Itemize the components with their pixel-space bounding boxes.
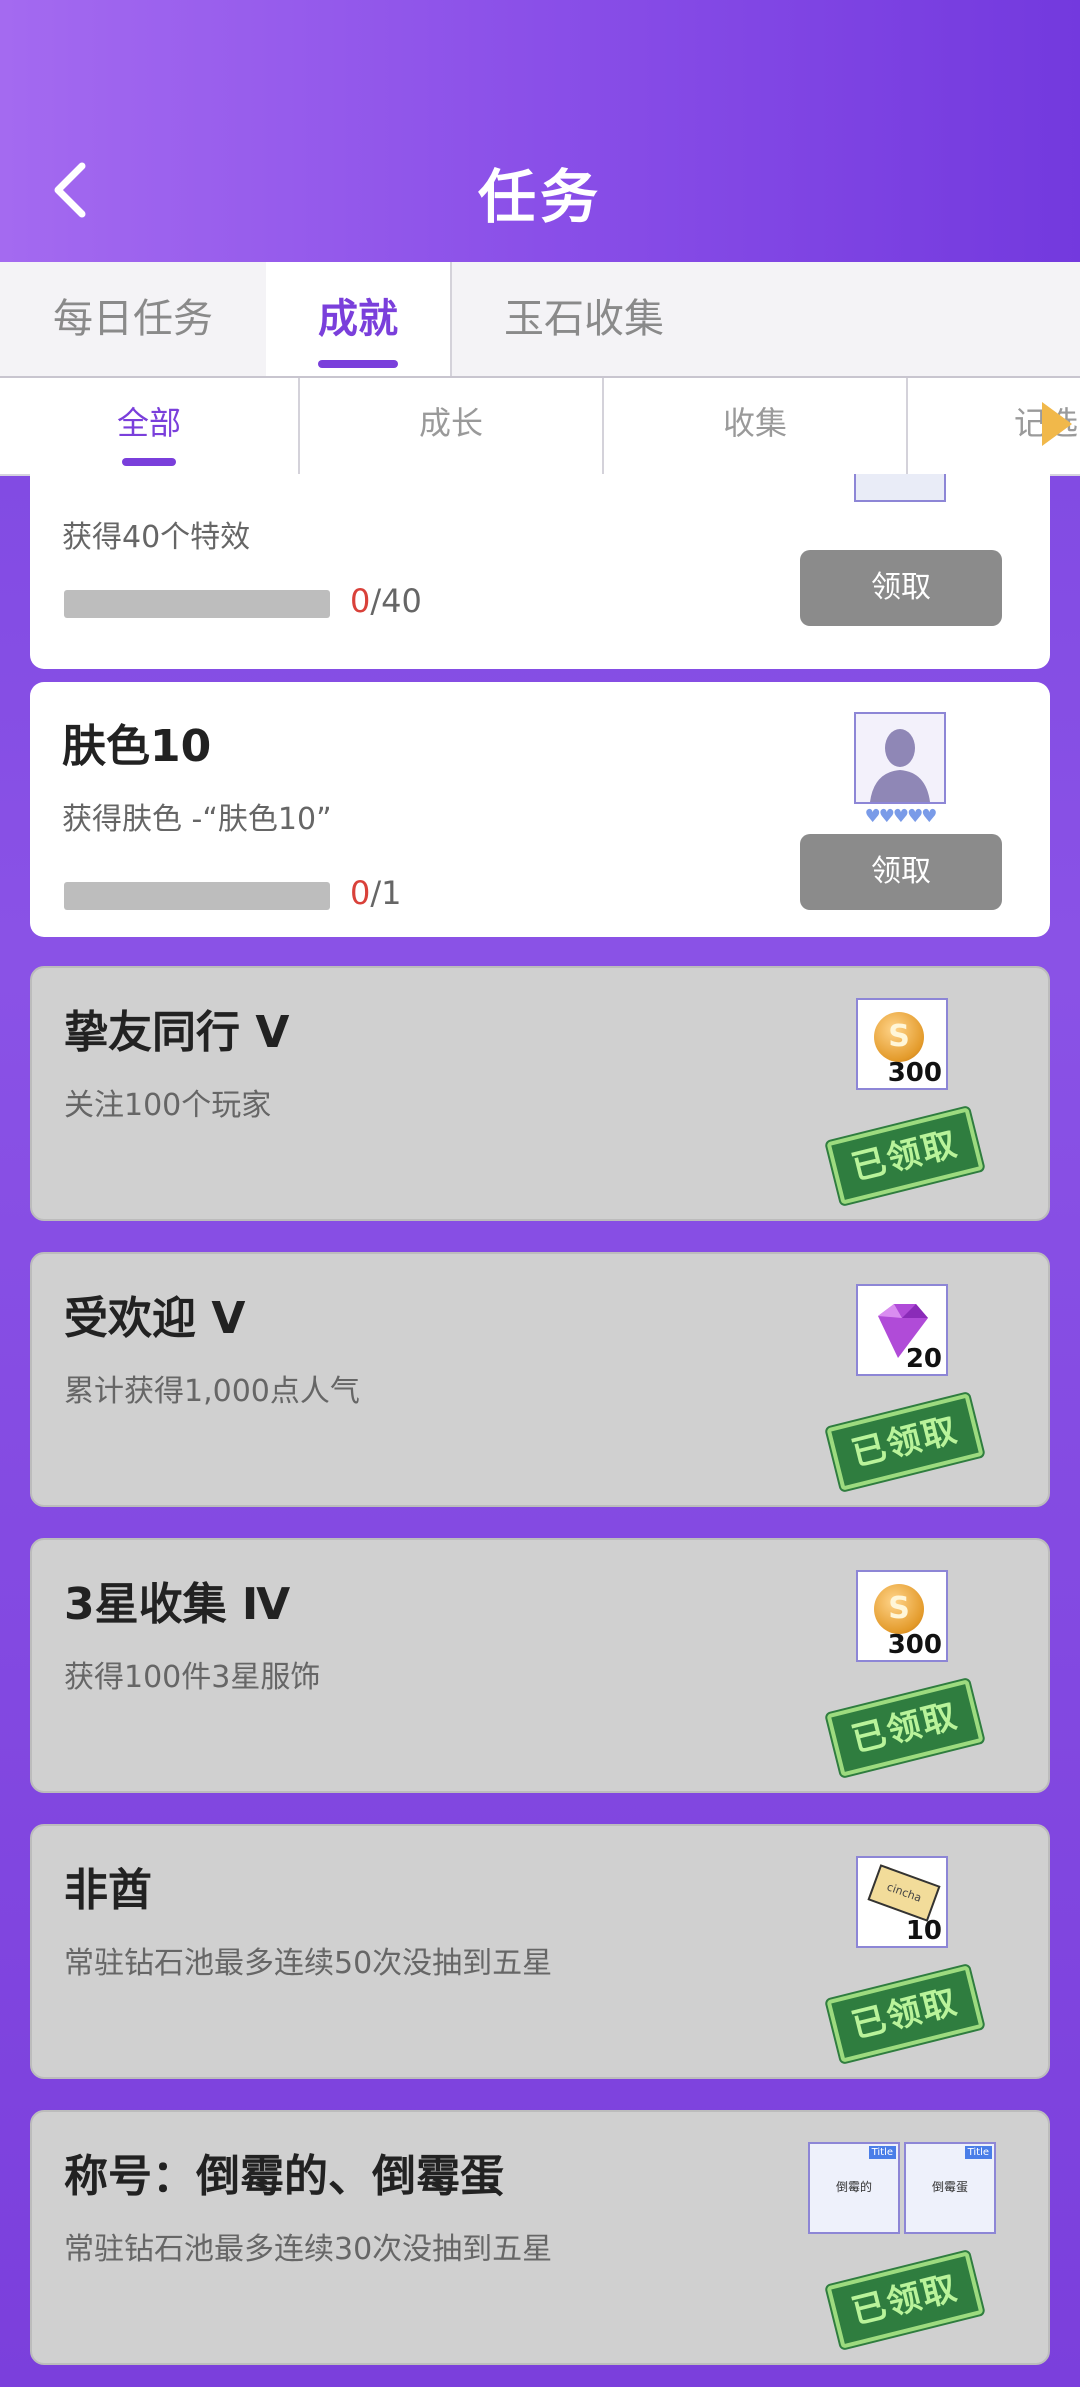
achievement-desc: 累计获得1,000点人气	[64, 1374, 360, 1409]
subtab-label: 全部	[116, 404, 181, 442]
badge-tag: Title	[964, 2146, 992, 2159]
reward-qty: 20	[905, 1344, 942, 1374]
reward-qty: 300	[887, 1058, 942, 1088]
tab-label: 成就	[318, 296, 398, 342]
achievement-desc: 获得肤色 -“肤色10”	[62, 802, 332, 837]
page-title: 任务	[477, 163, 602, 231]
achievement-name: 非酋	[64, 1865, 152, 1916]
claimed-stamp: 已领取	[826, 2251, 984, 2349]
rarity-hearts: ♥♥♥♥♥	[864, 806, 938, 827]
title-badge-icon: Title 倒霉蛋	[904, 2142, 996, 2234]
progress-current: 0	[350, 874, 371, 912]
achievement-card: 非酋 常驻钻石池最多连续50次没抽到五星 cincha 10 已领取	[30, 1824, 1050, 2079]
gold-coin-icon: 300	[856, 998, 948, 1090]
scroll-right-arrow-icon[interactable]	[1042, 402, 1072, 446]
achievement-name: 称号：倒霉的、倒霉蛋	[64, 2151, 504, 2202]
progress-bar	[64, 590, 330, 618]
subtab-label: 收集	[722, 404, 787, 442]
subtab-collection[interactable]: 收集	[604, 378, 908, 474]
tab-daily-tasks[interactable]: 每日任务	[0, 262, 268, 376]
claim-button[interactable]: 领取	[800, 550, 1002, 626]
badge-text: 倒霉的	[835, 2180, 872, 2194]
achievement-name: 受欢迎 Ⅴ	[64, 1293, 246, 1344]
achievement-name: 挚友同行 Ⅴ	[64, 1007, 290, 1058]
gacha-ticket-icon: cincha 10	[856, 1856, 948, 1948]
sub-tab-bar: 全部 成长 收集 记选	[0, 378, 1080, 476]
header-bar: 任务	[0, 0, 1080, 262]
claimed-stamp: 已领取	[826, 1107, 984, 1205]
claimed-stamp: 已领取	[826, 1965, 984, 2063]
progress-total: /1	[370, 874, 402, 912]
purple-diamond-icon: 20	[856, 1284, 948, 1376]
active-tab-underline	[318, 360, 398, 368]
achievement-name: 肤色10	[62, 721, 212, 772]
achievement-desc: 常驻钻石池最多连续50次没抽到五星	[64, 1946, 553, 1981]
achievement-desc: 获得100件3星服饰	[64, 1660, 321, 1695]
badge-tag: Title	[868, 2146, 896, 2159]
achievement-list[interactable]: 获得40个特效 0/40 领取 肤色10 获得肤色 -“肤色10” ♥♥♥♥♥ …	[0, 474, 1080, 2387]
subtab-label: 成长	[418, 404, 483, 442]
title-card-icon	[854, 474, 946, 502]
progress-bar	[64, 882, 330, 910]
tab-jade-collection[interactable]: 玉石收集	[450, 262, 718, 376]
achievement-card: 称号：倒霉的、倒霉蛋 常驻钻石池最多连续30次没抽到五星 Title 倒霉的 T…	[30, 2110, 1050, 2365]
achievement-name: 3星收集 Ⅳ	[64, 1579, 291, 1630]
tab-achievements[interactable]: 成就	[266, 262, 452, 376]
subtab-growth[interactable]: 成长	[300, 378, 604, 474]
main-tab-bar: 每日任务 成就 玉石收集	[0, 262, 1080, 378]
gold-coin-icon: 300	[856, 1570, 948, 1662]
ticket-shape: cincha	[867, 1864, 941, 1922]
subtab-all[interactable]: 全部	[0, 378, 300, 474]
progress-current: 0	[350, 582, 371, 620]
active-subtab-underline	[122, 458, 176, 466]
reward-qty: 10	[905, 1916, 942, 1946]
progress-total: /40	[370, 582, 422, 620]
claim-button[interactable]: 领取	[800, 834, 1002, 910]
coin-shape	[874, 1584, 924, 1634]
reward-qty: 300	[887, 1630, 942, 1660]
achievement-card: 受欢迎 Ⅴ 累计获得1,000点人气 20 已领取	[30, 1252, 1050, 1507]
claimed-stamp: 已领取	[826, 1679, 984, 1777]
progress-text: 0/40	[350, 582, 422, 620]
skin-tone-avatar-icon	[854, 712, 946, 804]
badge-text: 倒霉蛋	[931, 2180, 968, 2194]
achievement-desc: 常驻钻石池最多连续30次没抽到五星	[64, 2232, 553, 2267]
tab-label: 玉石收集	[504, 296, 664, 342]
tab-label: 每日任务	[53, 296, 213, 342]
title-badge-icon: Title 倒霉的	[808, 2142, 900, 2234]
achievement-card: 获得40个特效 0/40 领取	[30, 474, 1050, 669]
claimed-stamp: 已领取	[826, 1393, 984, 1491]
achievement-desc: 获得40个特效	[62, 520, 251, 555]
coin-shape	[874, 1012, 924, 1062]
progress-text: 0/1	[350, 874, 402, 912]
achievement-card: 挚友同行 Ⅴ 关注100个玩家 300 已领取	[30, 966, 1050, 1221]
achievement-card: 肤色10 获得肤色 -“肤色10” ♥♥♥♥♥ 0/1 领取	[30, 682, 1050, 937]
achievement-desc: 关注100个玩家	[64, 1088, 272, 1123]
achievement-card: 3星收集 Ⅳ 获得100件3星服饰 300 已领取	[30, 1538, 1050, 1793]
